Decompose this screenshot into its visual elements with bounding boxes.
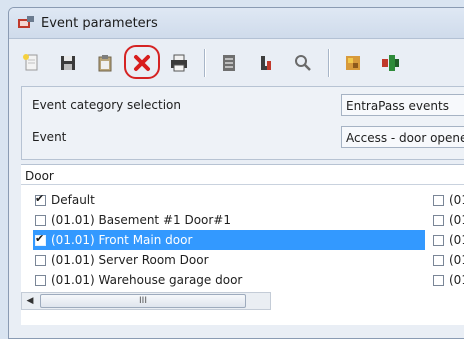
event-parameters-window: Event parameters Event category selectio…	[8, 7, 464, 339]
network-icon	[382, 55, 399, 71]
door-label: (01.01) Front Main door	[51, 233, 193, 247]
right-column-item[interactable]: (01.	[431, 250, 464, 270]
door-label: (01.01) Warehouse garage door	[51, 273, 243, 287]
event-label: Event	[32, 130, 67, 144]
door-checkbox[interactable]	[35, 232, 46, 246]
door-column-header: Door	[25, 169, 54, 183]
paste-button[interactable]	[87, 45, 123, 81]
right-column-item[interactable]: (01.	[431, 270, 464, 290]
save-button[interactable]	[50, 45, 86, 81]
scroll-left-icon[interactable]: ◀	[22, 293, 38, 309]
right-column-label: (01.	[449, 253, 464, 267]
right-column-checkbox[interactable]	[433, 234, 444, 246]
door-checkbox[interactable]	[35, 274, 46, 286]
right-column-checkbox[interactable]	[433, 274, 444, 286]
door-label: (01.01) Server Room Door	[51, 253, 209, 267]
header-divider	[21, 184, 464, 185]
door-row-selected[interactable]: (01.01) Front Main door	[33, 230, 425, 250]
print-icon	[171, 54, 187, 72]
delete-icon	[134, 55, 150, 71]
tools-button[interactable]	[335, 45, 371, 81]
right-column-checkbox[interactable]	[433, 254, 444, 266]
save-icon	[61, 56, 75, 70]
category-label: Event category selection	[32, 98, 181, 112]
door-checkbox[interactable]	[35, 214, 46, 226]
app-icon	[18, 16, 34, 28]
tree-button[interactable]	[248, 45, 284, 81]
door-label: (01.01) Basement #1 Door#1	[51, 213, 231, 227]
print-button[interactable]	[161, 45, 197, 81]
list-button[interactable]	[211, 45, 247, 81]
event-field[interactable]: Access - door opened	[341, 126, 464, 148]
category-row: Event category selection EntraPass event…	[22, 91, 464, 119]
window-title: Event parameters	[41, 15, 158, 31]
event-parameters-panel: Event category selection EntraPass event…	[21, 86, 464, 160]
right-column-checkbox[interactable]	[433, 194, 444, 206]
door-row[interactable]: (01.01) Warehouse garage door	[33, 270, 425, 290]
door-checkbox[interactable]	[35, 192, 46, 206]
list-icon	[223, 55, 235, 71]
title-bar: Event parameters	[9, 8, 464, 39]
category-field[interactable]: EntraPass events	[341, 94, 464, 116]
right-column-label: (01.	[449, 273, 464, 287]
grip-icon: III	[139, 296, 147, 306]
toolbar-separator	[204, 49, 205, 77]
horizontal-scrollbar[interactable]: ◀ III	[21, 292, 271, 310]
clipboard-icon	[98, 55, 112, 72]
scroll-thumb[interactable]: III	[40, 294, 246, 308]
right-column-item[interactable]: (01.	[431, 230, 464, 250]
network-button[interactable]	[372, 45, 408, 81]
right-column-item[interactable]: (01.	[431, 190, 464, 210]
right-column-checkbox[interactable]	[433, 214, 444, 226]
right-column-label: (01.	[449, 193, 464, 207]
right-column-label: (01.	[449, 213, 464, 227]
tree-icon	[261, 56, 271, 70]
new-button[interactable]	[13, 45, 49, 81]
new-document-icon	[23, 54, 38, 71]
event-row: Event Access - door opened	[22, 123, 464, 151]
right-column-label: (01.	[449, 233, 464, 247]
door-row[interactable]: (01.01) Basement #1 Door#1	[33, 210, 425, 230]
delete-button[interactable]	[124, 45, 160, 81]
door-label: Default	[51, 193, 95, 207]
toolbar	[13, 42, 464, 84]
door-checkbox[interactable]	[35, 254, 46, 266]
search-button[interactable]	[285, 45, 321, 81]
tools-icon	[346, 56, 360, 70]
search-icon	[295, 55, 311, 71]
door-row[interactable]: (01.01) Server Room Door	[33, 250, 425, 270]
right-column-item[interactable]: (01.	[431, 210, 464, 230]
door-row[interactable]: Default	[33, 190, 425, 210]
toolbar-separator	[328, 49, 329, 77]
